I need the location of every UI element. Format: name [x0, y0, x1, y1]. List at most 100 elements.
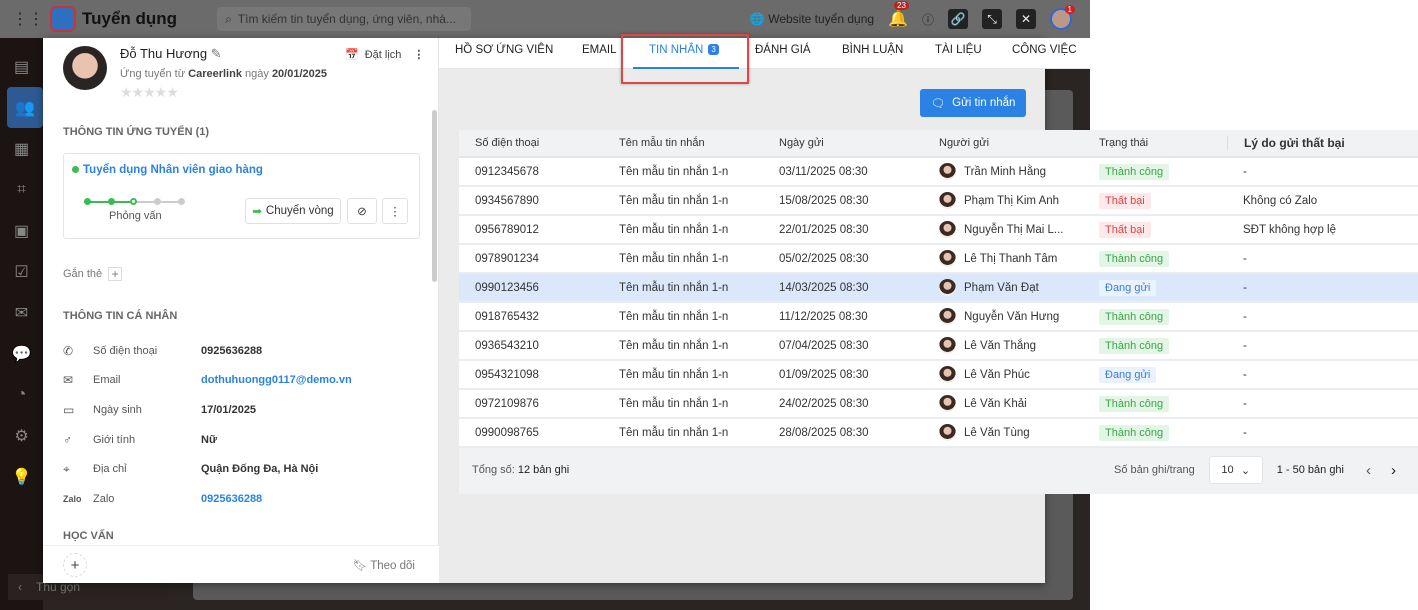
- reject-button[interactable]: ⊘: [347, 198, 377, 224]
- app-logo: [50, 6, 76, 32]
- send-message-button[interactable]: 🗨︎ Gửi tin nhắn: [920, 89, 1026, 117]
- application-card: Tuyển dụng Nhân viên giao hàng Phỏng vấn…: [63, 153, 420, 239]
- idea-icon[interactable]: 💡: [0, 456, 43, 497]
- website-link[interactable]: 🌐 Website tuyển dụng: [750, 12, 874, 26]
- add-button[interactable]: +: [63, 553, 87, 577]
- more-vertical-icon: ⋮: [389, 206, 401, 218]
- status-badge: Thất bại: [1099, 192, 1151, 209]
- zalo-link[interactable]: 0925636288: [201, 493, 262, 505]
- follow-label: Theo dõi: [370, 560, 415, 572]
- cell-status: Thất bại: [1099, 192, 1227, 209]
- cell-template: Tên mẫu tin nhắn 1-n: [619, 165, 729, 178]
- scrollbar[interactable]: [432, 110, 437, 282]
- table-row[interactable]: 0972109876 Tên mẫu tin nhắn 1-n 24/02/2025…: [459, 390, 1418, 419]
- app-title: Tuyển dụng: [82, 9, 178, 28]
- apps-grid-icon[interactable]: ⋮⋮: [12, 9, 44, 29]
- news-icon[interactable]: ▤: [0, 46, 43, 87]
- sender-avatar: [939, 279, 956, 296]
- message-icon: 🗨︎: [930, 98, 946, 110]
- card-more-button[interactable]: ⋮: [382, 198, 408, 224]
- close-icon[interactable]: ✕: [1016, 9, 1036, 29]
- follow-button[interactable]: 🔖︎ Theo dõi: [353, 558, 415, 572]
- bookmark-icon: 🔖︎: [352, 560, 368, 572]
- cell-phone: 0972109876: [475, 397, 539, 410]
- status-badge: Thất bại: [1099, 221, 1151, 238]
- cell-status: Đang gửi: [1099, 279, 1227, 296]
- total-value: 12 bản ghi: [517, 464, 570, 476]
- tab-documents[interactable]: TÀI LIỆU: [935, 44, 982, 56]
- job-link[interactable]: Tuyển dụng Nhân viên giao hàng: [72, 164, 263, 176]
- table-row[interactable]: 0956789012 Tên mẫu tin nhắn 1-n 22/01/2025…: [459, 216, 1418, 245]
- cell-reason: SĐT không hợp lệ: [1243, 223, 1336, 236]
- calendar-icon[interactable]: ▦: [0, 128, 43, 169]
- link-icon[interactable]: 🔗: [948, 9, 968, 29]
- cell-template: Tên mẫu tin nhắn 1-n: [619, 426, 729, 439]
- cell-template: Tên mẫu tin nhắn 1-n: [619, 252, 729, 265]
- sender-avatar: [939, 250, 956, 267]
- mail-icon[interactable]: ✉: [0, 292, 43, 333]
- tab-profile[interactable]: HỒ SƠ ỨNG VIÊN: [455, 44, 553, 56]
- name-text: Đỗ Thu Hương: [120, 46, 208, 61]
- mail-icon: ✉: [63, 373, 74, 388]
- cell-phone: 0954321098: [475, 368, 539, 381]
- user-avatar[interactable]: 1: [1050, 5, 1075, 30]
- cell-status: Thành công: [1099, 395, 1227, 412]
- status-badge: Thành công: [1099, 163, 1170, 180]
- rating-stars[interactable]: ★★★★★: [120, 84, 179, 101]
- table-row[interactable]: 0990098765 Tên mẫu tin nhắn 1-n 28/08/2025…: [459, 419, 1418, 448]
- tab-comments[interactable]: BÌNH LUẬN: [842, 44, 903, 56]
- location-pin-icon: ⌖: [63, 461, 70, 476]
- table-row[interactable]: 0936543210 Tên mẫu tin nhắn 1-n 07/04/2025…: [459, 332, 1418, 361]
- cell-phone: 0936543210: [475, 339, 539, 352]
- cell-date: 28/08/2025 08:30: [779, 426, 869, 439]
- cell-date: 07/04/2025 08:30: [779, 339, 869, 352]
- sender-name: Lê Văn Khải: [964, 397, 1027, 410]
- cell-template: Tên mẫu tin nhắn 1-n: [619, 397, 729, 410]
- cell-sender: Trần Minh Hằng: [939, 163, 1099, 180]
- more-vertical-icon[interactable]: ⋮: [413, 48, 424, 61]
- report-icon[interactable]: ◔: [0, 374, 43, 415]
- table-row[interactable]: 0934567890 Tên mẫu tin nhắn 1-n 15/08/2025…: [459, 187, 1418, 216]
- table-footer: Tổng số: 12 bản ghi Số bản ghi/trang 10 ⌄…: [459, 446, 1418, 494]
- total-count: Tổng số: 12 bản ghi: [472, 464, 569, 476]
- per-page-select[interactable]: 10 ⌄: [1208, 456, 1263, 484]
- tab-tasks[interactable]: CÔNG VIỆC: [1012, 44, 1077, 56]
- table-row[interactable]: 0990123456 Tên mẫu tin nhắn 1-n 14/03/2025…: [459, 274, 1418, 303]
- table-row[interactable]: 0978901234 Tên mẫu tin nhắn 1-n 05/02/2025…: [459, 245, 1418, 274]
- cell-date: 03/11/2025 08:30: [779, 165, 868, 178]
- col-reason: Lý do gửi thất bại: [1227, 136, 1418, 150]
- table-row[interactable]: 0912345678 Tên mẫu tin nhắn 1-n 03/11/2025…: [459, 158, 1418, 187]
- face-scan-icon[interactable]: ⌗: [0, 169, 43, 210]
- add-tag-icon[interactable]: +: [108, 267, 123, 281]
- prev-page-icon[interactable]: ‹: [1366, 462, 1371, 479]
- collapse-icon[interactable]: ⤡: [982, 9, 1002, 29]
- schedule-button[interactable]: 📅 Đặt lịch ⋮: [345, 48, 424, 62]
- table-body: 0912345678 Tên mẫu tin nhắn 1-n 03/11/2025…: [459, 158, 1418, 448]
- cell-sender: Nguyễn Văn Hưng: [939, 308, 1099, 325]
- global-search[interactable]: ⌕ Tìm kiếm tin tuyển dụng, ứng viên, nhà.…: [217, 7, 472, 31]
- table-row[interactable]: 0918765432 Tên mẫu tin nhắn 1-n 11/12/2025…: [459, 303, 1418, 332]
- help-icon[interactable]: ⓘ: [922, 11, 934, 28]
- chat-icon[interactable]: 💬: [0, 333, 43, 374]
- sender-avatar: [939, 337, 956, 354]
- presentation-icon[interactable]: ▣: [0, 210, 43, 251]
- table-row[interactable]: 0954321098 Tên mẫu tin nhắn 1-n 01/09/2025…: [459, 361, 1418, 390]
- tab-reviews[interactable]: ĐÁNH GIÁ: [755, 44, 811, 56]
- info-label: Email: [93, 374, 121, 387]
- email-link[interactable]: dothuhuongg0117@demo.vn: [201, 374, 352, 386]
- sender-name: Phạm Thị Kim Anh: [964, 194, 1060, 207]
- checklist-icon[interactable]: ☑: [0, 251, 43, 292]
- per-page-label: Số bản ghi/trang: [1113, 464, 1195, 476]
- cell-sender: Lê Văn Thắng: [939, 337, 1099, 354]
- settings-icon[interactable]: ⚙: [0, 415, 43, 456]
- move-stage-button[interactable]: ➡ Chuyển vòng: [245, 198, 341, 224]
- bell-icon[interactable]: 🔔 23: [888, 1, 909, 29]
- chevron-down-icon: ⌄: [1240, 464, 1251, 477]
- candidates-icon[interactable]: 👥: [7, 87, 43, 128]
- top-bar: ⋮⋮ Tuyển dụng ⌕ Tìm kiếm tin tuyển dụng, …: [0, 0, 1090, 38]
- sender-avatar: [939, 366, 956, 383]
- page-range: 1 - 50 bản ghi: [1276, 464, 1344, 476]
- tab-email[interactable]: EMAIL: [582, 44, 617, 56]
- edit-pencil-icon[interactable]: ✎: [211, 46, 222, 61]
- next-page-icon[interactable]: ›: [1391, 462, 1396, 479]
